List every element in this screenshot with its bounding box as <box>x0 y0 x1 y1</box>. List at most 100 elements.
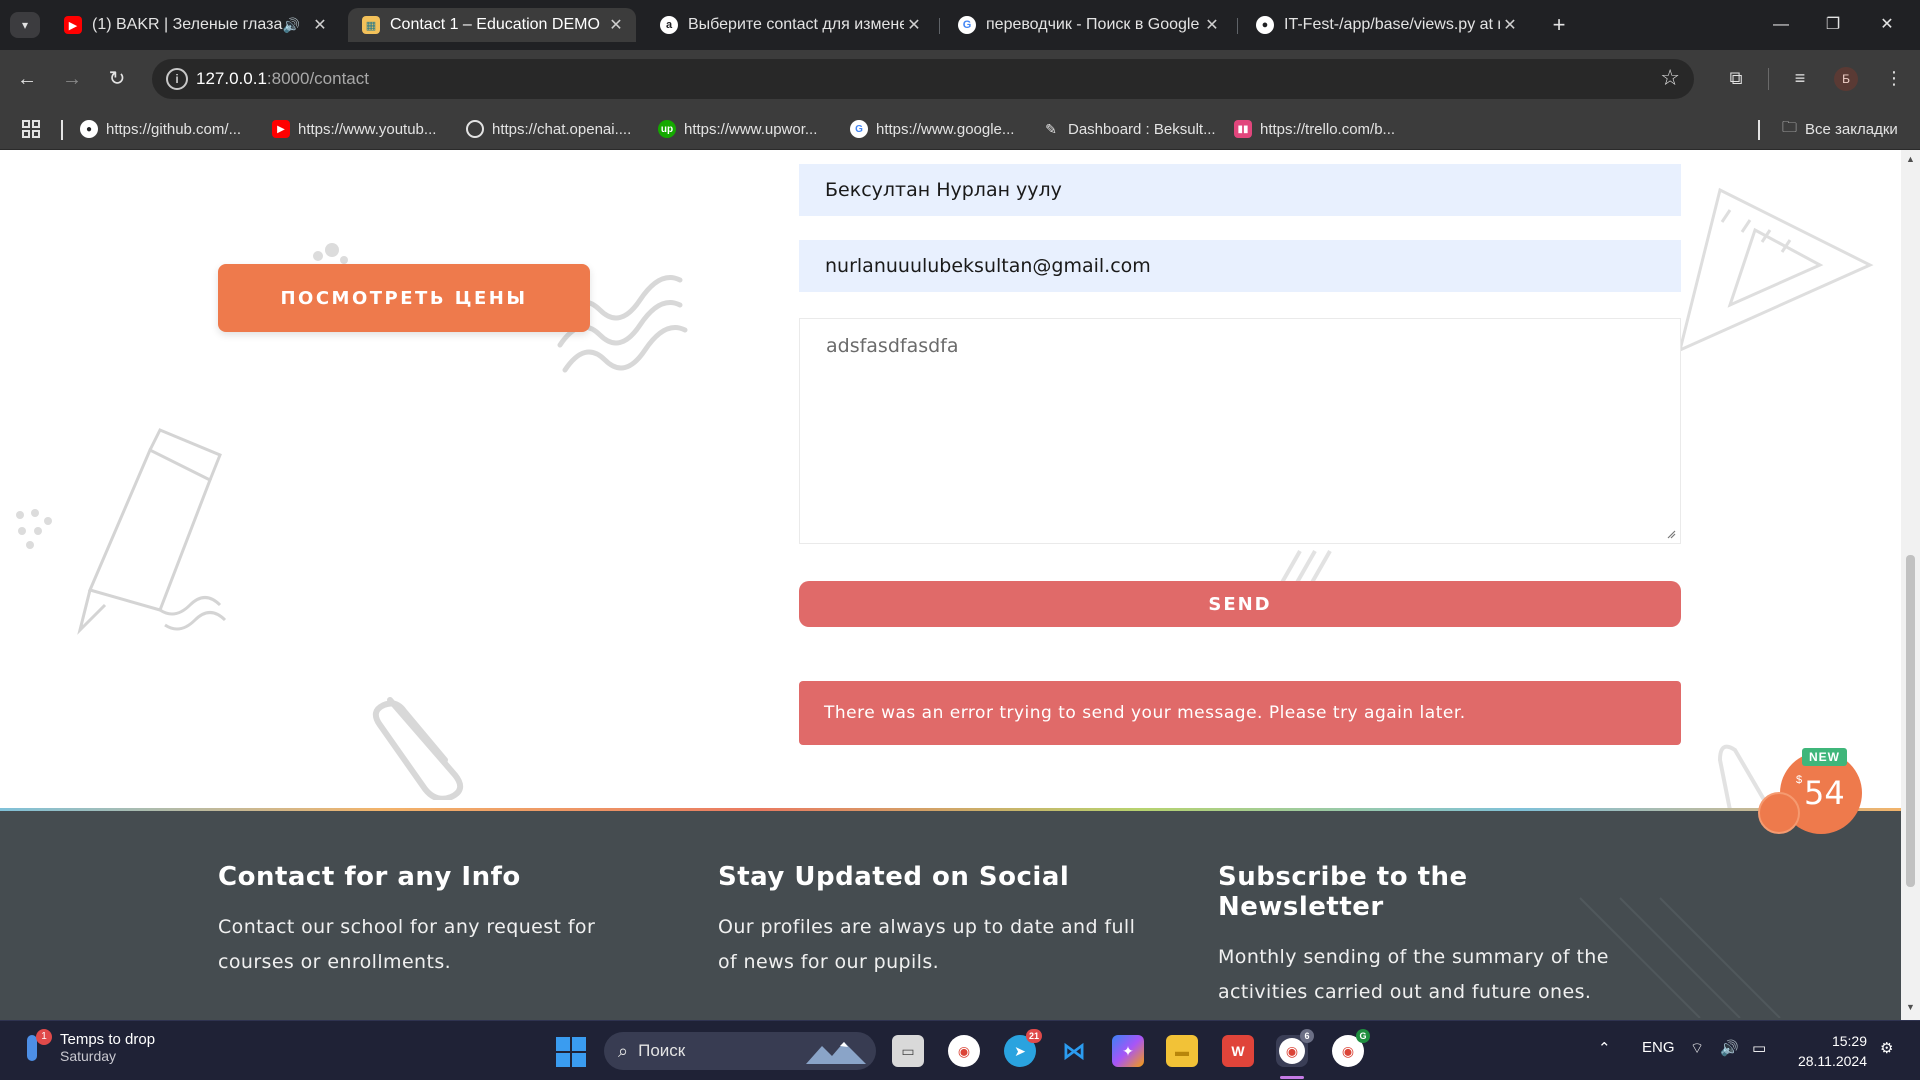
bookmark-label: https://chat.openai.... <box>492 120 632 138</box>
clock-date: 28.11.2024 <box>1797 1053 1867 1069</box>
site-footer: Contact for any Info Contact our school … <box>0 808 1901 1020</box>
page-scrollbar[interactable]: ▲ ▼ <box>1901 150 1920 1020</box>
clock-time: 15:29 <box>1831 1033 1867 1049</box>
minimize-button[interactable]: — <box>1766 12 1796 38</box>
bookmark-star-icon[interactable]: ☆ <box>1660 65 1680 91</box>
volume-icon[interactable]: 🔊 <box>1720 1039 1739 1057</box>
close-icon[interactable]: ✕ <box>1202 15 1222 35</box>
close-window-button[interactable]: ✕ <box>1872 12 1902 38</box>
django-icon: a <box>660 16 678 34</box>
bookmark-youtube[interactable]: ▶ https://www.youtub... <box>272 118 436 140</box>
scroll-down-arrow-icon[interactable]: ▼ <box>1906 1002 1915 1012</box>
reload-button[interactable]: ↻ <box>102 64 132 94</box>
url-text[interactable]: 127.0.0.1:8000/contact <box>196 69 369 89</box>
tab-github[interactable]: ● IT-Fest-/app/base/views.py at n ✕ <box>1242 8 1530 42</box>
task-view-icon[interactable]: ▭ <box>892 1035 924 1067</box>
scrollbar-thumb[interactable] <box>1906 555 1915 887</box>
bookmark-label: https://www.youtub... <box>298 120 437 138</box>
message-textarea[interactable]: adsfasdfasdfa <box>799 318 1681 544</box>
chrome-profile-icon[interactable]: ◉ 6 <box>1276 1029 1314 1067</box>
chrome-icon[interactable]: ◉ <box>948 1035 980 1067</box>
resize-grip-icon[interactable] <box>1666 529 1676 539</box>
bookmark-trello[interactable]: ▮▮ https://trello.com/b... <box>1234 118 1395 140</box>
youtube-icon: ▶ <box>272 120 290 138</box>
bookmark-divider <box>61 120 63 140</box>
cart-bubble[interactable] <box>1758 792 1800 834</box>
weather-alert-badge: 1 <box>36 1029 52 1045</box>
arrow-right-icon: → <box>62 68 82 90</box>
notifications-icon[interactable]: ⚙ <box>1880 1039 1893 1057</box>
chrome-alt-icon[interactable]: ◉ G <box>1332 1029 1370 1067</box>
new-tab-button[interactable]: + <box>1546 12 1572 38</box>
view-prices-button[interactable]: ПОСМОТРЕТЬ ЦЕНЫ <box>218 264 590 332</box>
weather-widget[interactable]: 1 Temps to drop Saturday <box>22 1029 155 1065</box>
scroll-up-arrow-icon[interactable]: ▲ <box>1906 154 1915 164</box>
restore-button[interactable]: ❐ <box>1818 12 1848 38</box>
bookmark-openai[interactable]: https://chat.openai.... <box>466 118 631 140</box>
weather-headline: Temps to drop <box>60 1030 156 1048</box>
vscode-icon[interactable]: ⋈ <box>1058 1035 1090 1067</box>
menu-icon[interactable]: ⋮ <box>1880 64 1908 92</box>
telegram-icon[interactable]: ➤ 21 <box>1004 1029 1042 1067</box>
wps-office-icon[interactable]: W <box>1222 1035 1254 1067</box>
extensions-icon[interactable]: ⧉ <box>1722 64 1750 92</box>
dashboard-icon: ✎ <box>1045 120 1057 137</box>
copilot-icon[interactable]: ✦ <box>1112 1035 1144 1067</box>
tab-divider <box>1237 18 1238 34</box>
footer-contact-text: Contact our school for any request for c… <box>218 916 596 973</box>
taskbar-search[interactable]: ⌕ Поиск <box>604 1032 876 1070</box>
bookmark-google[interactable]: G https://www.google... <box>850 118 1014 140</box>
start-button[interactable] <box>556 1037 586 1067</box>
forward-button[interactable]: → <box>57 64 87 94</box>
google-icon: G <box>850 120 868 138</box>
apps-icon[interactable] <box>22 118 40 140</box>
email-field[interactable]: nurlanuuulubeksultan@gmail.com <box>799 240 1681 292</box>
tab-title: Contact 1 – Education DEMO <box>390 16 600 33</box>
pencil-decoration <box>77 428 227 635</box>
profile-avatar[interactable]: Б <box>1834 67 1858 91</box>
site-info-icon[interactable]: i <box>166 68 188 90</box>
browser-toolbar: ← → ↻ i 127.0.0.1:8000/contact ☆ ⧉ ≡ Б ⋮ <box>0 50 1920 108</box>
close-icon[interactable]: ✕ <box>1500 15 1520 35</box>
tab-search-button[interactable]: ▾ <box>10 12 40 38</box>
close-icon[interactable]: ✕ <box>606 15 626 35</box>
close-icon[interactable]: ✕ <box>904 15 924 35</box>
file-explorer-icon[interactable]: ▬ <box>1166 1035 1198 1067</box>
send-button[interactable]: SEND <box>799 581 1681 627</box>
back-button[interactable]: ← <box>12 64 42 94</box>
price-value: 54 <box>1804 774 1845 812</box>
battery-icon[interactable]: ▭ <box>1752 1039 1766 1057</box>
tab-google[interactable]: G переводчик - Поиск в Google ✕ <box>944 8 1232 42</box>
system-clock[interactable]: 15:29 28.11.2024 <box>1793 1031 1867 1071</box>
media-control-icon[interactable]: ≡ <box>1786 64 1814 92</box>
tab-contact[interactable]: ▦ Contact 1 – Education DEMO ✕ <box>348 8 636 42</box>
tab-youtube[interactable]: ▶ (1) BAKR | Зеленые глаза | L 🔊 ✕ <box>50 8 340 42</box>
apps-grid-icon <box>22 120 40 138</box>
wifi-icon[interactable]: ⌔ <box>1690 1039 1704 1058</box>
price-badge[interactable]: NEW $ 54 <box>1758 748 1862 834</box>
name-field[interactable]: Бексултан Нурлан уулу <box>799 164 1681 216</box>
bookmark-label: https://www.google... <box>876 120 1015 138</box>
tab-django-admin[interactable]: a Выберите contact для изменен ✕ <box>646 8 934 42</box>
all-bookmarks-label: Все закладки <box>1805 120 1898 138</box>
windows-taskbar: 1 Temps to drop Saturday ⌕ Поиск ▭ ◉ ➤ 21… <box>0 1020 1920 1080</box>
chevron-down-icon: ▾ <box>21 18 29 32</box>
bookmark-github[interactable]: ● https://github.com/... <box>80 118 241 140</box>
thermometer-icon: 1 <box>22 1029 52 1065</box>
tab-title: (1) BAKR | Зеленые глаза | L <box>92 16 283 33</box>
tray-overflow-icon[interactable]: ⌃ <box>1598 1039 1611 1057</box>
address-bar[interactable]: i 127.0.0.1:8000/contact ☆ <box>152 59 1694 99</box>
language-indicator[interactable]: ENG <box>1642 1039 1675 1056</box>
currency-symbol: $ <box>1796 774 1803 786</box>
bookmark-label: https://www.upwor... <box>684 120 818 138</box>
close-icon[interactable]: ✕ <box>310 15 330 35</box>
all-bookmarks-button[interactable]: 🗀 Все закладки <box>1782 118 1898 140</box>
page-viewport: ПОСМОТРЕТЬ ЦЕНЫ Бексултан Нурлан уулу nu… <box>0 150 1901 1020</box>
footer-newsletter-column: Subscribe to the Newsletter Monthly send… <box>1218 862 1638 1010</box>
speaker-icon[interactable]: 🔊 <box>283 17 300 34</box>
trello-icon: ▮▮ <box>1234 120 1252 138</box>
bookmark-upwork[interactable]: up https://www.upwor... <box>658 118 817 140</box>
search-icon: ⌕ <box>618 1040 629 1061</box>
bookmark-dashboard[interactable]: ✎ Dashboard : Beksult... <box>1042 118 1215 140</box>
tab-title: IT-Fest-/app/base/views.py at n <box>1284 16 1500 33</box>
